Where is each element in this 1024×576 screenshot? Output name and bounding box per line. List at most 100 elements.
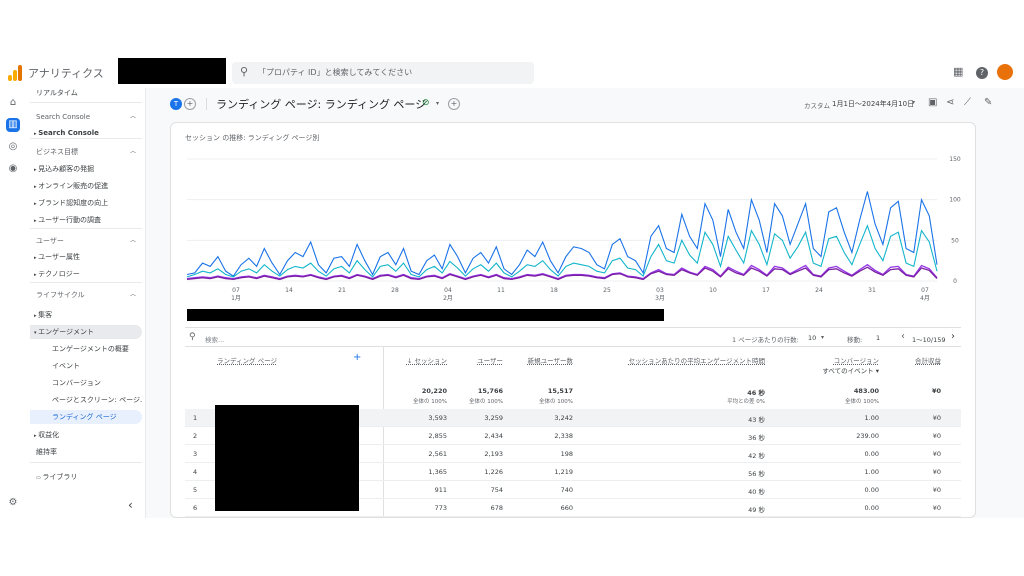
row-number: 2 [193, 432, 198, 440]
x-tick-label: 31 [868, 287, 876, 294]
nav-item[interactable]: イベント [30, 359, 142, 373]
column-total: 483.00 [853, 387, 879, 395]
table-search-input[interactable]: 検索... [205, 334, 224, 344]
apps-grid-icon[interactable]: ▦ [953, 65, 963, 78]
nav-section[interactable]: Search Console ︿ [30, 110, 142, 124]
x-tick-label: 07 [232, 287, 240, 294]
prev-page-icon[interactable]: ‹ [901, 331, 905, 342]
nav-item[interactable]: エンゲージメントの概要 [30, 342, 142, 356]
title-dropdown-icon[interactable]: ▾ [436, 100, 439, 107]
edit-pencil-icon[interactable]: ✎ [984, 97, 992, 108]
collapse-caret-icon[interactable]: ︿ [130, 288, 136, 302]
row-number: 4 [193, 468, 198, 476]
nav-item[interactable]: コンバージョン [30, 376, 142, 390]
nav-item-label: イベント [52, 362, 80, 370]
nav-item-label: エンゲージメント [38, 328, 94, 336]
nav-item-selected[interactable]: ランディング ページ [30, 410, 142, 424]
insights-icon[interactable]: ⟋ [964, 97, 971, 108]
nav-item-label: ページとスクリーン: ページ... [52, 396, 142, 404]
x-tick-label: 03 [656, 287, 664, 294]
column-header[interactable]: 合計収益 [891, 355, 941, 365]
nav-item-label: ライフサイクル [36, 291, 85, 299]
column-header[interactable]: ↓ セッション [367, 355, 447, 365]
nav-section[interactable]: ユーザー ︿ [30, 234, 142, 248]
nav-item[interactable]: ▸ オンライン販売の促進 [30, 179, 142, 193]
x-tick-label: 14 [285, 287, 293, 294]
nav-item[interactable]: ▸ ブランド認知度の向上 [30, 196, 142, 210]
table-cell: 2,561 [428, 450, 447, 458]
x-tick-label: 10 [709, 287, 717, 294]
nav-item[interactable]: ▾ エンゲージメント [30, 325, 142, 339]
rows-per-page-select[interactable]: 10 [808, 334, 816, 342]
redacted-landing-pages [215, 405, 359, 511]
table-cell: ¥0 [932, 486, 941, 494]
nav-item[interactable]: リアルタイム [30, 86, 142, 100]
nav-item[interactable]: ▸ 集客 [30, 308, 142, 322]
nav-section[interactable]: ライフサイクル ︿ [30, 288, 142, 302]
date-dropdown-icon[interactable]: ▾ [912, 99, 915, 106]
nav-item-label: リアルタイム [36, 89, 78, 97]
column-header[interactable]: 新規ユーザー数 [509, 355, 573, 365]
column-total: 15,766 [477, 387, 503, 395]
table-cell: 2,855 [428, 432, 447, 440]
settings-gear-icon[interactable]: ⚙ [6, 496, 20, 510]
report-card: セッション の推移: ランディング ページ別 150 100 50 0 07 1月 14 21… [170, 122, 976, 518]
x-tick-label: 18 [550, 287, 558, 294]
column-header[interactable]: セッションあたりの平均エンゲージメント時間 [585, 355, 765, 365]
nav-divider [30, 138, 142, 139]
left-rail: ⌂ ▥ ◎ ◉ ⚙ [0, 88, 26, 518]
date-range-picker[interactable]: 1月1日～2024年4月10日 [832, 99, 914, 109]
goto-input[interactable]: 1 [876, 334, 880, 342]
table-cell: ¥0 [932, 432, 941, 440]
collapse-caret-icon[interactable]: ︿ [130, 234, 136, 248]
nav-divider [30, 282, 142, 283]
nav-item[interactable]: ▭ ライブラリ [30, 470, 142, 484]
nav-item-label: ブランド認知度の向上 [38, 199, 109, 207]
event-filter-dropdown[interactable]: すべてのイベント ▾ [779, 365, 879, 375]
analytics-logo-icon [8, 65, 22, 81]
table-cell: 754 [490, 486, 503, 494]
x-tick-label: 07 [921, 287, 929, 294]
collapse-caret-icon[interactable]: ︿ [130, 110, 136, 124]
nav-item[interactable]: ▸ 見込み顧客の発掘 [30, 162, 142, 176]
table-cell: 40 秒 [748, 488, 765, 496]
table-cell: 239.00 [856, 432, 879, 440]
nav-section[interactable]: ビジネス目標 ︿ [30, 145, 142, 159]
collapse-nav-icon[interactable]: ‹ [128, 498, 133, 512]
check-circle-icon[interactable]: ⊘ [422, 98, 430, 108]
nav-item-label: 見込み顧客の発掘 [38, 165, 95, 173]
add-comparison-icon[interactable]: + [184, 98, 196, 110]
column-header-landing-page[interactable]: ランディング ページ [217, 355, 277, 365]
column-header[interactable]: コンバージョン [779, 355, 879, 365]
table-cell: ¥0 [932, 504, 941, 512]
customize-report-icon[interactable]: ▣ [928, 97, 937, 108]
avatar[interactable] [997, 64, 1013, 80]
nav-item[interactable]: ▸ ユーザー属性 [30, 250, 142, 264]
y-tick-label: 50 [951, 237, 959, 244]
nav-item[interactable]: ▸ 収益化 [30, 428, 142, 442]
nav-item[interactable]: ▸ ユーザー行動の調査 [30, 213, 142, 227]
reports-icon[interactable]: ▥ [6, 118, 20, 132]
rows-dropdown-icon[interactable]: ▾ [821, 334, 824, 341]
table-cell: 3,593 [428, 414, 447, 422]
advertising-icon[interactable]: ◉ [6, 162, 20, 176]
nav-item-label: ビジネス目標 [36, 148, 78, 156]
table-cell: 198 [560, 450, 573, 458]
nav-item[interactable]: ページとスクリーン: ページ... [30, 393, 142, 407]
column-header[interactable]: ユーザー [453, 355, 503, 365]
home-icon[interactable]: ⌂ [6, 96, 20, 110]
share-icon[interactable]: ⋖ [946, 97, 954, 108]
table-cell: 42 秒 [748, 452, 765, 460]
add-dimension-icon[interactable]: + [353, 352, 363, 363]
collapse-caret-icon[interactable]: ︿ [130, 145, 136, 159]
nav-item[interactable]: ▸ テクノロジー [30, 267, 142, 281]
table-cell: 49 秒 [748, 506, 765, 514]
explore-icon[interactable]: ◎ [6, 140, 20, 154]
add-filter-icon[interactable]: + [448, 98, 460, 110]
table-cell: 660 [560, 504, 573, 512]
help-icon[interactable]: ? [976, 67, 988, 79]
search-bar[interactable]: ⚲ 「プロパティ ID」と検索してみてください [232, 62, 534, 84]
nav-item[interactable]: 維持率 [30, 445, 142, 459]
next-page-icon[interactable]: › [951, 331, 955, 342]
x-tick-month: 3月 [655, 295, 665, 302]
